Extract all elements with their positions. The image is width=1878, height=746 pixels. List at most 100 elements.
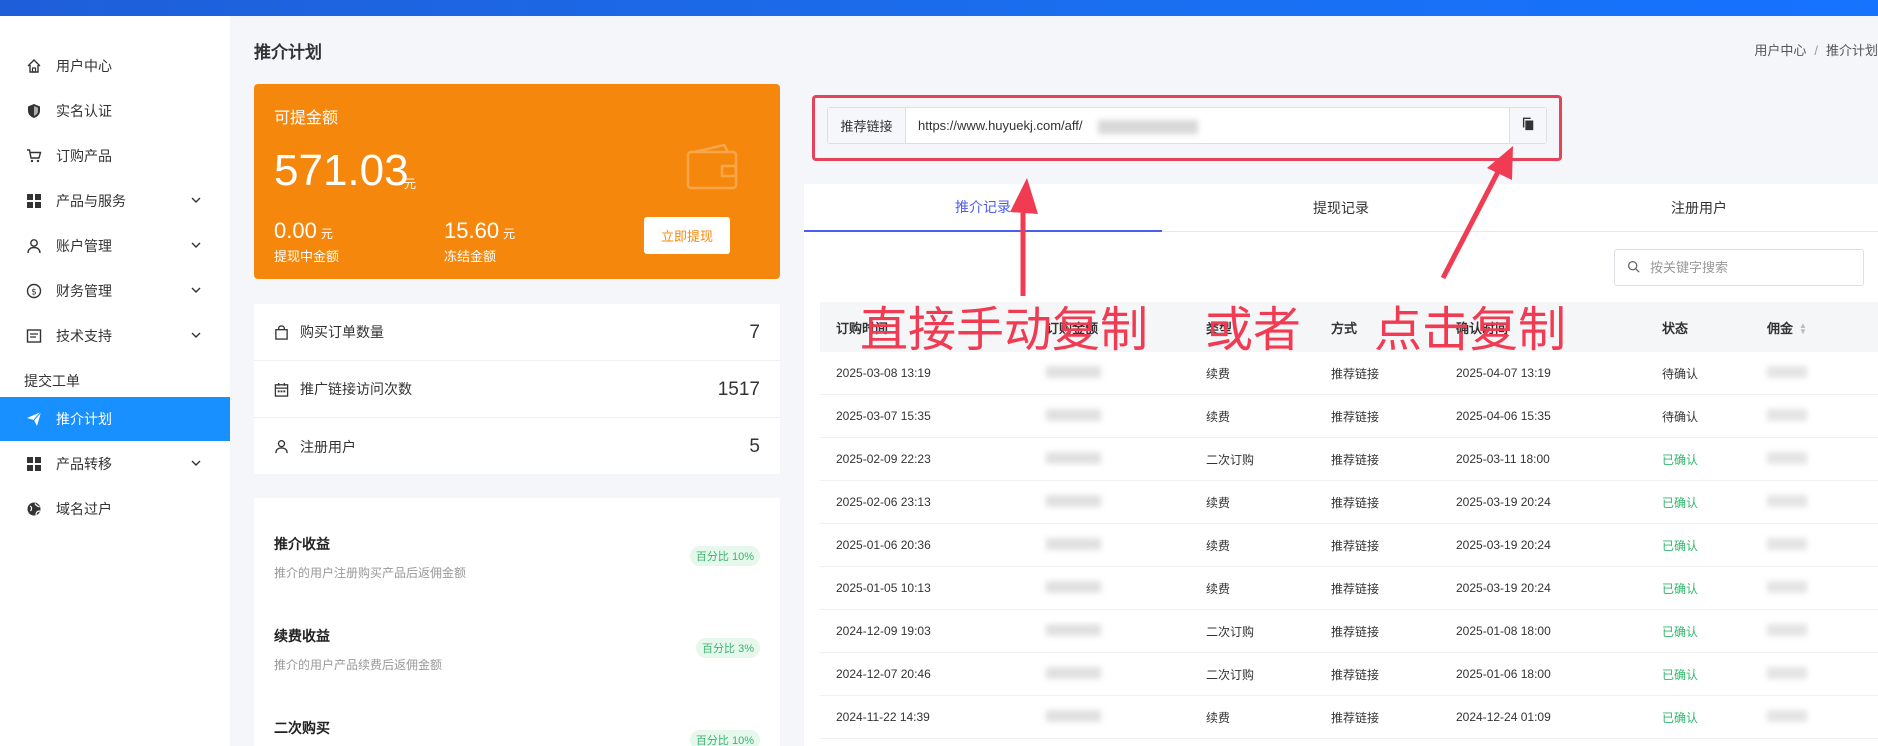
globe-icon <box>24 499 44 519</box>
breadcrumb-separator: / <box>1814 43 1818 58</box>
cell-order-time: 2025-03-07 15:35 <box>836 409 931 423</box>
cell-status: 已确认 <box>1662 538 1699 553</box>
copy-icon <box>1521 117 1535 134</box>
referral-link-highlight: 推荐链接 <box>812 95 1562 161</box>
bag-icon <box>274 324 292 340</box>
cell-commission-redacted <box>1751 365 1878 381</box>
cell-amount-redacted <box>1030 365 1190 381</box>
balance-label: 可提金额 <box>274 110 339 127</box>
sidebar-item-account[interactable]: 账户管理 <box>0 224 230 268</box>
cell-method: 推荐链接 <box>1331 710 1380 725</box>
sidebar-item-label: 账户管理 <box>56 238 112 254</box>
redacted-value <box>1767 666 1807 679</box>
tab-referral-records[interactable]: 推介记录 <box>804 184 1162 232</box>
cell-amount-redacted <box>1030 623 1190 639</box>
income-referral: 推介收益 推介的用户注册购买产品后返佣金额 <box>274 534 466 581</box>
redacted-value <box>1046 580 1101 593</box>
table-row: 2024-11-22 14:39 续费 推荐链接 2024-12-24 01:09 已确… <box>820 696 1878 739</box>
cell-commission-redacted <box>1751 408 1878 424</box>
cell-method: 推荐链接 <box>1331 452 1380 467</box>
wallet-icon <box>686 143 740 195</box>
cell-amount-redacted <box>1030 494 1190 510</box>
cell-order-time: 2025-02-09 22:23 <box>836 452 931 466</box>
records-table: 订购时间 订购金额 类型 方式 确认时间 状态 佣金 ▲ ▼ 2025-03-08 … <box>820 302 1878 739</box>
search-icon <box>1627 260 1640 276</box>
chevron-down-icon <box>190 328 202 344</box>
cell-commission-redacted <box>1751 537 1878 553</box>
cell-confirm-time: 2025-03-19 20:24 <box>1456 581 1551 595</box>
shield-icon <box>24 101 44 121</box>
stat-label: 购买订单数量 <box>300 324 384 340</box>
cell-order-time: 2025-01-06 20:36 <box>836 538 931 552</box>
search-input[interactable] <box>1650 260 1840 275</box>
cell-method: 推荐链接 <box>1331 495 1380 510</box>
tabs: 推介记录 提现记录 注册用户 <box>804 184 1878 232</box>
referral-link-input[interactable] <box>906 108 1509 143</box>
stat-order-count: 购买订单数量 7 <box>254 304 780 361</box>
breadcrumb-item[interactable]: 用户中心 <box>1754 43 1806 58</box>
income-desc: 推介的用户产品续费后返佣金额 <box>274 658 443 672</box>
sidebar-item-label: 提交工单 <box>24 373 80 389</box>
sidebar-item-order-products[interactable]: 订购产品 <box>0 134 230 178</box>
search-box <box>1614 249 1864 286</box>
cell-status: 已确认 <box>1662 710 1699 725</box>
redacted-value <box>1767 365 1807 378</box>
cell-status: 已确认 <box>1662 581 1699 596</box>
sidebar-item-tech-support[interactable]: 技术支持 <box>0 314 230 358</box>
pending-value: 0.00 <box>274 218 317 243</box>
sort-icon[interactable]: ▲ ▼ <box>1799 322 1807 336</box>
cell-type: 续费 <box>1206 538 1231 553</box>
sidebar-item-verification[interactable]: 实名认证 <box>0 89 230 133</box>
cell-amount-redacted <box>1030 451 1190 467</box>
annotation-manual-copy: 直接手动复制 <box>860 302 1149 358</box>
cell-method: 推荐链接 <box>1331 624 1380 639</box>
withdraw-button[interactable]: 立即提现 <box>644 217 730 254</box>
percent-badge: 百分比 3% <box>696 638 760 658</box>
sidebar-item-referral[interactable]: 推介计划 <box>0 397 230 441</box>
chevron-down-icon <box>190 283 202 299</box>
income-title: 续费收益 <box>274 628 330 644</box>
sidebar-item-product-transfer[interactable]: 产品转移 <box>0 442 230 486</box>
redacted-value <box>1046 494 1101 507</box>
cell-order-time: 2025-02-06 23:13 <box>836 495 931 509</box>
redacted-value <box>1046 623 1101 636</box>
redacted-value <box>1767 494 1807 507</box>
sidebar-item-finance[interactable]: $ 财务管理 <box>0 269 230 313</box>
copy-button[interactable] <box>1509 108 1546 143</box>
income-renewal: 续费收益 推介的用户产品续费后返佣金额 <box>274 626 442 673</box>
cell-type: 续费 <box>1206 581 1231 596</box>
cell-amount-redacted <box>1030 537 1190 553</box>
column-header-sortable[interactable]: 佣金 ▲ ▼ <box>1751 318 1878 337</box>
referral-link-group: 推荐链接 <box>827 107 1547 144</box>
breadcrumb-item: 推介计划 <box>1825 43 1878 58</box>
cell-commission-redacted <box>1751 451 1878 467</box>
sidebar-item-label: 产品与服务 <box>56 193 126 209</box>
cell-commission-redacted <box>1751 580 1878 596</box>
cell-type: 续费 <box>1206 495 1231 510</box>
percent-badge: 百分比 10% <box>689 730 760 746</box>
cell-amount-redacted <box>1030 666 1190 682</box>
table-row: 2025-02-09 22:23 二次订购 推荐链接 2025-03-11 18:00… <box>820 438 1878 481</box>
referral-link-label: 推荐链接 <box>828 108 906 143</box>
balance-unit: 元 <box>404 177 417 191</box>
redacted-value <box>1046 709 1101 722</box>
tab-registered-users[interactable]: 注册用户 <box>1520 184 1878 232</box>
table-row: 2024-12-09 19:03 二次订购 推荐链接 2025-01-08 18:00… <box>820 610 1878 653</box>
pending-label: 提现中金额 <box>274 249 340 264</box>
sidebar-item-label: 技术支持 <box>56 328 112 344</box>
stat-link-visits: 推广链接访问次数 1517 <box>254 361 780 418</box>
user-icon <box>24 236 44 256</box>
home-icon <box>24 56 44 76</box>
stat-value: 1517 <box>717 379 760 400</box>
cell-commission-redacted <box>1751 623 1878 639</box>
sidebar-item-domain-transfer[interactable]: 域名过户 <box>0 487 230 531</box>
redacted-value <box>1046 666 1101 679</box>
frozen-label: 冻结金额 <box>444 249 497 264</box>
tab-withdraw-records[interactable]: 提现记录 <box>1162 184 1520 232</box>
dollar-icon: $ <box>24 281 44 301</box>
cell-confirm-time: 2025-03-19 20:24 <box>1456 495 1551 509</box>
sidebar-item-products-services[interactable]: 产品与服务 <box>0 179 230 223</box>
sidebar-item-user-center[interactable]: 用户中心 <box>0 44 230 88</box>
redacted-value <box>1046 537 1101 550</box>
svg-text:$: $ <box>31 288 37 298</box>
